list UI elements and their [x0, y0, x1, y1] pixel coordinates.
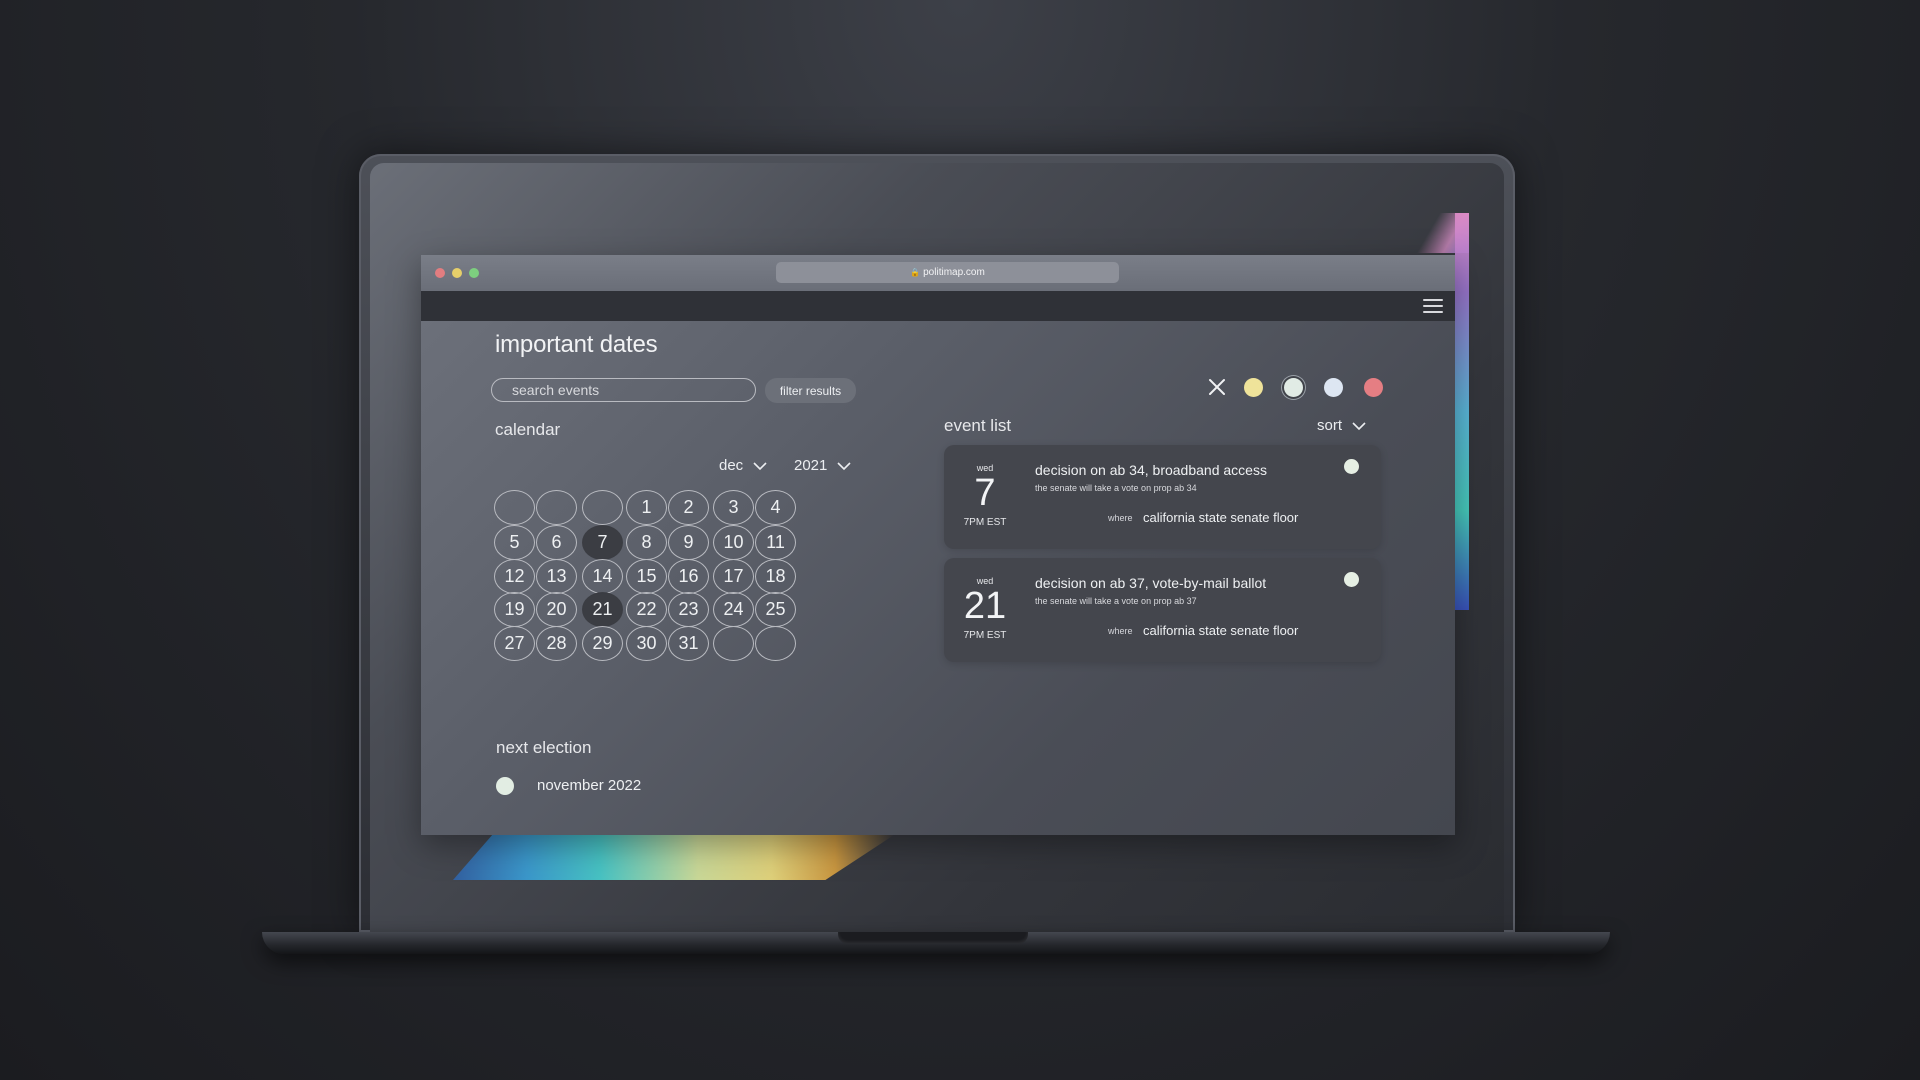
close-icon[interactable]	[1205, 375, 1229, 399]
calendar-day[interactable]: 20	[536, 592, 577, 627]
filter-dot-yellow[interactable]	[1244, 378, 1263, 397]
window-minimize-button[interactable]	[452, 268, 462, 278]
chevron-down-icon	[753, 461, 767, 470]
calendar-day[interactable]: 30	[626, 626, 667, 661]
screenshot-stage: 🔒politimap.com important dates filter re…	[0, 0, 1920, 1080]
laptop-notch	[838, 932, 1028, 944]
event-where-label: where	[1108, 513, 1133, 523]
hamburger-menu-icon[interactable]	[1423, 299, 1443, 313]
calendar-day[interactable]: 2	[668, 490, 709, 525]
year-value: 2021	[794, 457, 828, 474]
election-status-dot	[496, 777, 514, 795]
url-text: politimap.com	[923, 267, 985, 278]
calendar-day[interactable]: 17	[713, 559, 754, 594]
calendar-day[interactable]: 3	[713, 490, 754, 525]
event-status-dot	[1344, 459, 1359, 474]
calendar-grid: 1 2 3 4 5 6 7 8 9 10 11 12 13 14 15 16 17 18 19 20 21 22 23 24 2…	[494, 490, 796, 700]
event-time: 7PM EST	[963, 517, 1007, 528]
event-date: 7	[974, 472, 996, 514]
event-date: 21	[963, 585, 1007, 627]
filter-results-button[interactable]: filter results	[765, 378, 856, 403]
calendar-day[interactable]: 15	[626, 559, 667, 594]
event-time: 7PM EST	[963, 630, 1007, 641]
calendar-day[interactable]: 9	[668, 525, 709, 560]
event-list-label: event list	[944, 416, 1012, 435]
event-card[interactable]: wed 21 7PM EST decision on ab 37, vote-b…	[944, 558, 1381, 662]
month-value: dec	[719, 457, 744, 474]
filter-dot-blue[interactable]	[1324, 378, 1343, 397]
calendar-day[interactable]: 4	[755, 490, 796, 525]
calendar-day[interactable]: 1	[626, 490, 667, 525]
event-description: the senate will take a vote on prop ab 3…	[1035, 483, 1197, 493]
calendar-day[interactable]: 6	[536, 525, 577, 560]
year-select[interactable]: 2021	[794, 457, 851, 474]
month-select[interactable]: dec	[719, 457, 767, 474]
address-bar[interactable]: 🔒 politimap.com	[776, 262, 1119, 283]
calendar-day[interactable]: 29	[582, 626, 623, 661]
calendar-day[interactable]: 19	[494, 592, 535, 627]
event-location: california state senate floor	[1143, 510, 1299, 525]
search-input[interactable]	[491, 378, 756, 402]
event-location: california state senate floor	[1143, 623, 1299, 638]
filter-dot-mint[interactable]	[1284, 378, 1303, 397]
next-election-date: november 2022	[537, 777, 642, 794]
chevron-down-icon	[837, 461, 851, 470]
event-description: the senate will take a vote on prop ab 3…	[1035, 596, 1197, 606]
calendar-empty-cell	[713, 626, 754, 661]
calendar-day[interactable]: 28	[536, 626, 577, 661]
calendar-day[interactable]: 13	[536, 559, 577, 594]
event-where-label: where	[1108, 626, 1133, 636]
calendar-empty-cell	[582, 490, 623, 525]
filter-dot-red[interactable]	[1364, 378, 1383, 397]
color-filter-group	[1205, 372, 1405, 402]
calendar-day[interactable]: 31	[668, 626, 709, 661]
event-status-dot	[1344, 572, 1359, 587]
next-election-label: next election	[496, 738, 592, 757]
page-title: important dates	[495, 331, 658, 358]
calendar-day[interactable]: 24	[713, 592, 754, 627]
calendar-day[interactable]: 27	[494, 626, 535, 661]
calendar-day[interactable]: 11	[755, 525, 796, 560]
calendar-empty-cell	[536, 490, 577, 525]
calendar-day[interactable]: 12	[494, 559, 535, 594]
lock-icon: 🔒	[910, 268, 921, 277]
calendar-day[interactable]: 16	[668, 559, 709, 594]
window-close-button[interactable]	[435, 268, 445, 278]
calendar-day[interactable]: 14	[582, 559, 623, 594]
browser-chrome: 🔒 politimap.com	[421, 255, 1455, 291]
calendar-day[interactable]: 5	[494, 525, 535, 560]
app-header	[421, 291, 1455, 321]
event-title: decision on ab 34, broadband access	[1035, 462, 1267, 478]
calendar-day[interactable]: 7	[582, 525, 623, 560]
chevron-down-icon	[1352, 421, 1366, 430]
event-card[interactable]: wed 7 7PM EST decision on ab 34, broadba…	[944, 445, 1381, 549]
calendar-day[interactable]: 22	[626, 592, 667, 627]
calendar-day[interactable]: 23	[668, 592, 709, 627]
calendar-day[interactable]: 10	[713, 525, 754, 560]
calendar-day[interactable]: 21	[582, 592, 623, 627]
calendar-day[interactable]: 25	[755, 592, 796, 627]
calendar-day[interactable]: 18	[755, 559, 796, 594]
sort-select[interactable]: sort	[1317, 417, 1366, 434]
calendar-day[interactable]: 8	[626, 525, 667, 560]
calendar-empty-cell	[494, 490, 535, 525]
sort-label: sort	[1317, 417, 1343, 434]
event-title: decision on ab 37, vote-by-mail ballot	[1035, 575, 1267, 591]
screen-glow-right	[1455, 213, 1469, 610]
browser-window: 🔒politimap.com important dates filter re…	[421, 255, 1455, 835]
calendar-empty-cell	[755, 626, 796, 661]
calendar-label: calendar	[495, 420, 561, 439]
window-zoom-button[interactable]	[469, 268, 479, 278]
